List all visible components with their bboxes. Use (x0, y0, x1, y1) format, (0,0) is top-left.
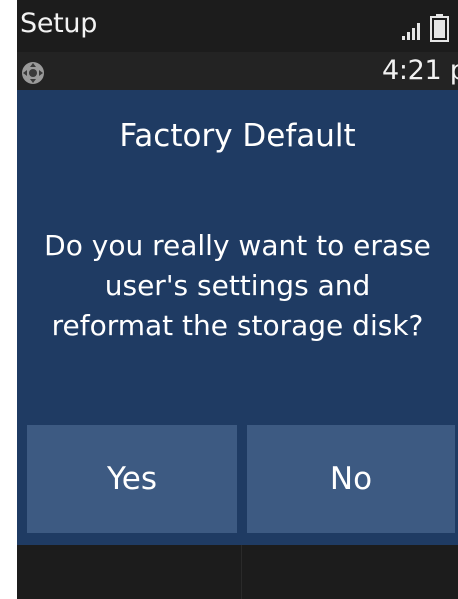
dialog-message: Do you really want to erase user's setti… (17, 226, 458, 346)
factory-default-dialog: Factory Default Do you really want to er… (17, 90, 458, 545)
no-button[interactable]: No (247, 425, 455, 533)
info-bar: 4:21 pm (17, 52, 458, 90)
dialog-message-line: reformat the storage disk? (51, 309, 424, 342)
app-title: Setup (20, 8, 98, 39)
navigation-key-icon (22, 62, 44, 84)
softkey-divider (241, 545, 242, 599)
clock: 4:21 pm (382, 55, 458, 86)
status-bar: Setup (17, 0, 458, 52)
dialog-title: Factory Default (119, 118, 356, 154)
dialog-message-line: Do you really want to erase (44, 229, 431, 262)
softkey-bar (17, 545, 458, 599)
signal-bars-icon (402, 23, 420, 40)
dialog-message-line: user's settings and (104, 269, 371, 302)
yes-button[interactable]: Yes (27, 425, 237, 533)
battery-icon (430, 14, 449, 42)
phone-screen: Setup 4:21 pm Factory Default Do you rea… (17, 0, 458, 599)
